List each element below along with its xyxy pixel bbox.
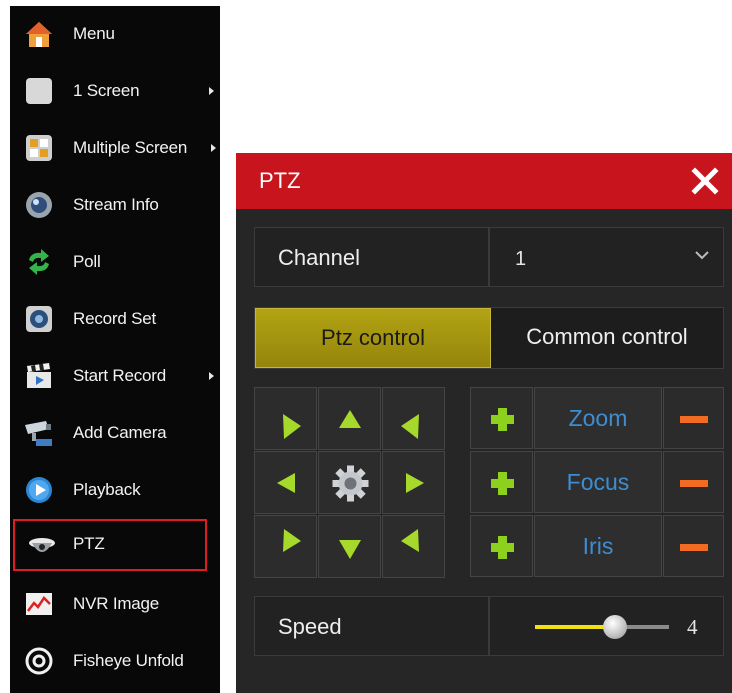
menu-item-start-record[interactable]: Start Record [10, 348, 220, 405]
arrow-up-right-icon [283, 529, 301, 552]
multi-screen-icon [26, 135, 52, 161]
zoom-row: Zoom [470, 387, 724, 450]
zoom-label: Zoom [534, 387, 662, 449]
arrow-left-icon [277, 473, 295, 493]
focus-out-button[interactable] [663, 451, 724, 513]
zoom-out-button[interactable] [663, 387, 724, 449]
tab-ptz-control[interactable]: Ptz control [255, 308, 491, 368]
minus-icon [680, 416, 708, 423]
pan-down-right-button[interactable] [382, 515, 445, 578]
menu-item-fisheye-unfold[interactable]: Fisheye Unfold [10, 633, 220, 690]
pan-down-left-button[interactable] [254, 515, 317, 578]
pan-right-button[interactable] [382, 451, 445, 514]
menu-item-add-camera[interactable]: Add Camera [10, 405, 220, 462]
dome-camera-icon [29, 538, 55, 552]
iris-label: Iris [534, 515, 662, 577]
focus-label: Focus [534, 451, 662, 513]
pan-left-button[interactable] [254, 451, 317, 514]
single-screen-icon [26, 78, 52, 104]
direction-pad [254, 387, 446, 579]
ptz-title-bar: PTZ [236, 153, 732, 209]
pan-up-left-button[interactable] [254, 387, 317, 450]
channel-row: Channel 1 [254, 227, 724, 287]
submenu-arrow-icon [209, 372, 214, 380]
ptz-dialog: PTZ Channel 1 Ptz control Common control [236, 153, 732, 693]
camera-icon [25, 421, 52, 446]
iris-close-button[interactable] [663, 515, 724, 577]
playback-icon [26, 477, 52, 503]
speed-slider-handle[interactable] [603, 615, 627, 639]
arrow-down-left-icon [401, 414, 419, 439]
arrow-down-icon [339, 540, 361, 559]
menu-item-multiple-screen[interactable]: Multiple Screen [10, 120, 220, 177]
minus-icon [680, 544, 708, 551]
poll-icon [29, 249, 49, 275]
control-tabs: Ptz control Common control [254, 307, 724, 369]
gear-icon [332, 465, 369, 502]
submenu-arrow-icon [211, 144, 216, 152]
channel-value: 1 [515, 248, 527, 270]
tilt-up-button[interactable] [318, 387, 381, 450]
clapper-icon [27, 363, 51, 388]
plus-icon [491, 408, 514, 431]
focus-row: Focus [470, 451, 724, 514]
pan-up-right-button[interactable] [382, 387, 445, 450]
chevron-down-icon [695, 251, 709, 260]
arrow-down-right-icon [283, 414, 301, 439]
iris-row: Iris [470, 515, 724, 578]
menu-item-ptz[interactable]: PTZ [13, 519, 207, 571]
stream-info-icon [26, 192, 52, 218]
ptz-title: PTZ [259, 168, 301, 193]
channel-label: Channel [278, 245, 360, 270]
plus-icon [491, 472, 514, 495]
lens-controls: Zoom Focus Iris [470, 387, 724, 579]
tilt-down-button[interactable] [318, 515, 381, 578]
menu-item-poll[interactable]: Poll [10, 234, 220, 291]
speed-value: 4 [687, 615, 698, 639]
menu-item-nvr-image[interactable]: NVR Image [10, 576, 220, 633]
arrow-up-left-icon [401, 529, 419, 552]
record-set-icon [26, 306, 52, 332]
plus-icon [491, 536, 514, 559]
ptz-center-button[interactable] [318, 451, 381, 514]
channel-select[interactable]: 1 [490, 228, 723, 286]
menu-item-stream-info[interactable]: Stream Info [10, 177, 220, 234]
home-icon [26, 22, 52, 47]
speed-label: Speed [278, 614, 342, 639]
tab-common-control[interactable]: Common control [491, 308, 723, 368]
nvr-image-icon [26, 593, 52, 615]
menu-item-menu[interactable]: Menu [10, 6, 220, 63]
close-icon[interactable] [690, 166, 720, 196]
submenu-arrow-icon [209, 87, 214, 95]
iris-open-button[interactable] [470, 515, 533, 577]
context-menu: Menu 1 Screen Multiple Screen Stream Inf… [10, 6, 220, 693]
arrow-up-icon [339, 410, 361, 428]
focus-in-button[interactable] [470, 451, 533, 513]
zoom-in-button[interactable] [470, 387, 533, 449]
menu-item-record-set[interactable]: Record Set [10, 291, 220, 348]
speed-row: Speed 4 [254, 596, 724, 656]
fisheye-icon [25, 647, 53, 675]
menu-item-1-screen[interactable]: 1 Screen [10, 63, 220, 120]
minus-icon [680, 480, 708, 487]
menu-item-playback[interactable]: Playback [10, 462, 220, 519]
arrow-right-icon [406, 473, 424, 493]
